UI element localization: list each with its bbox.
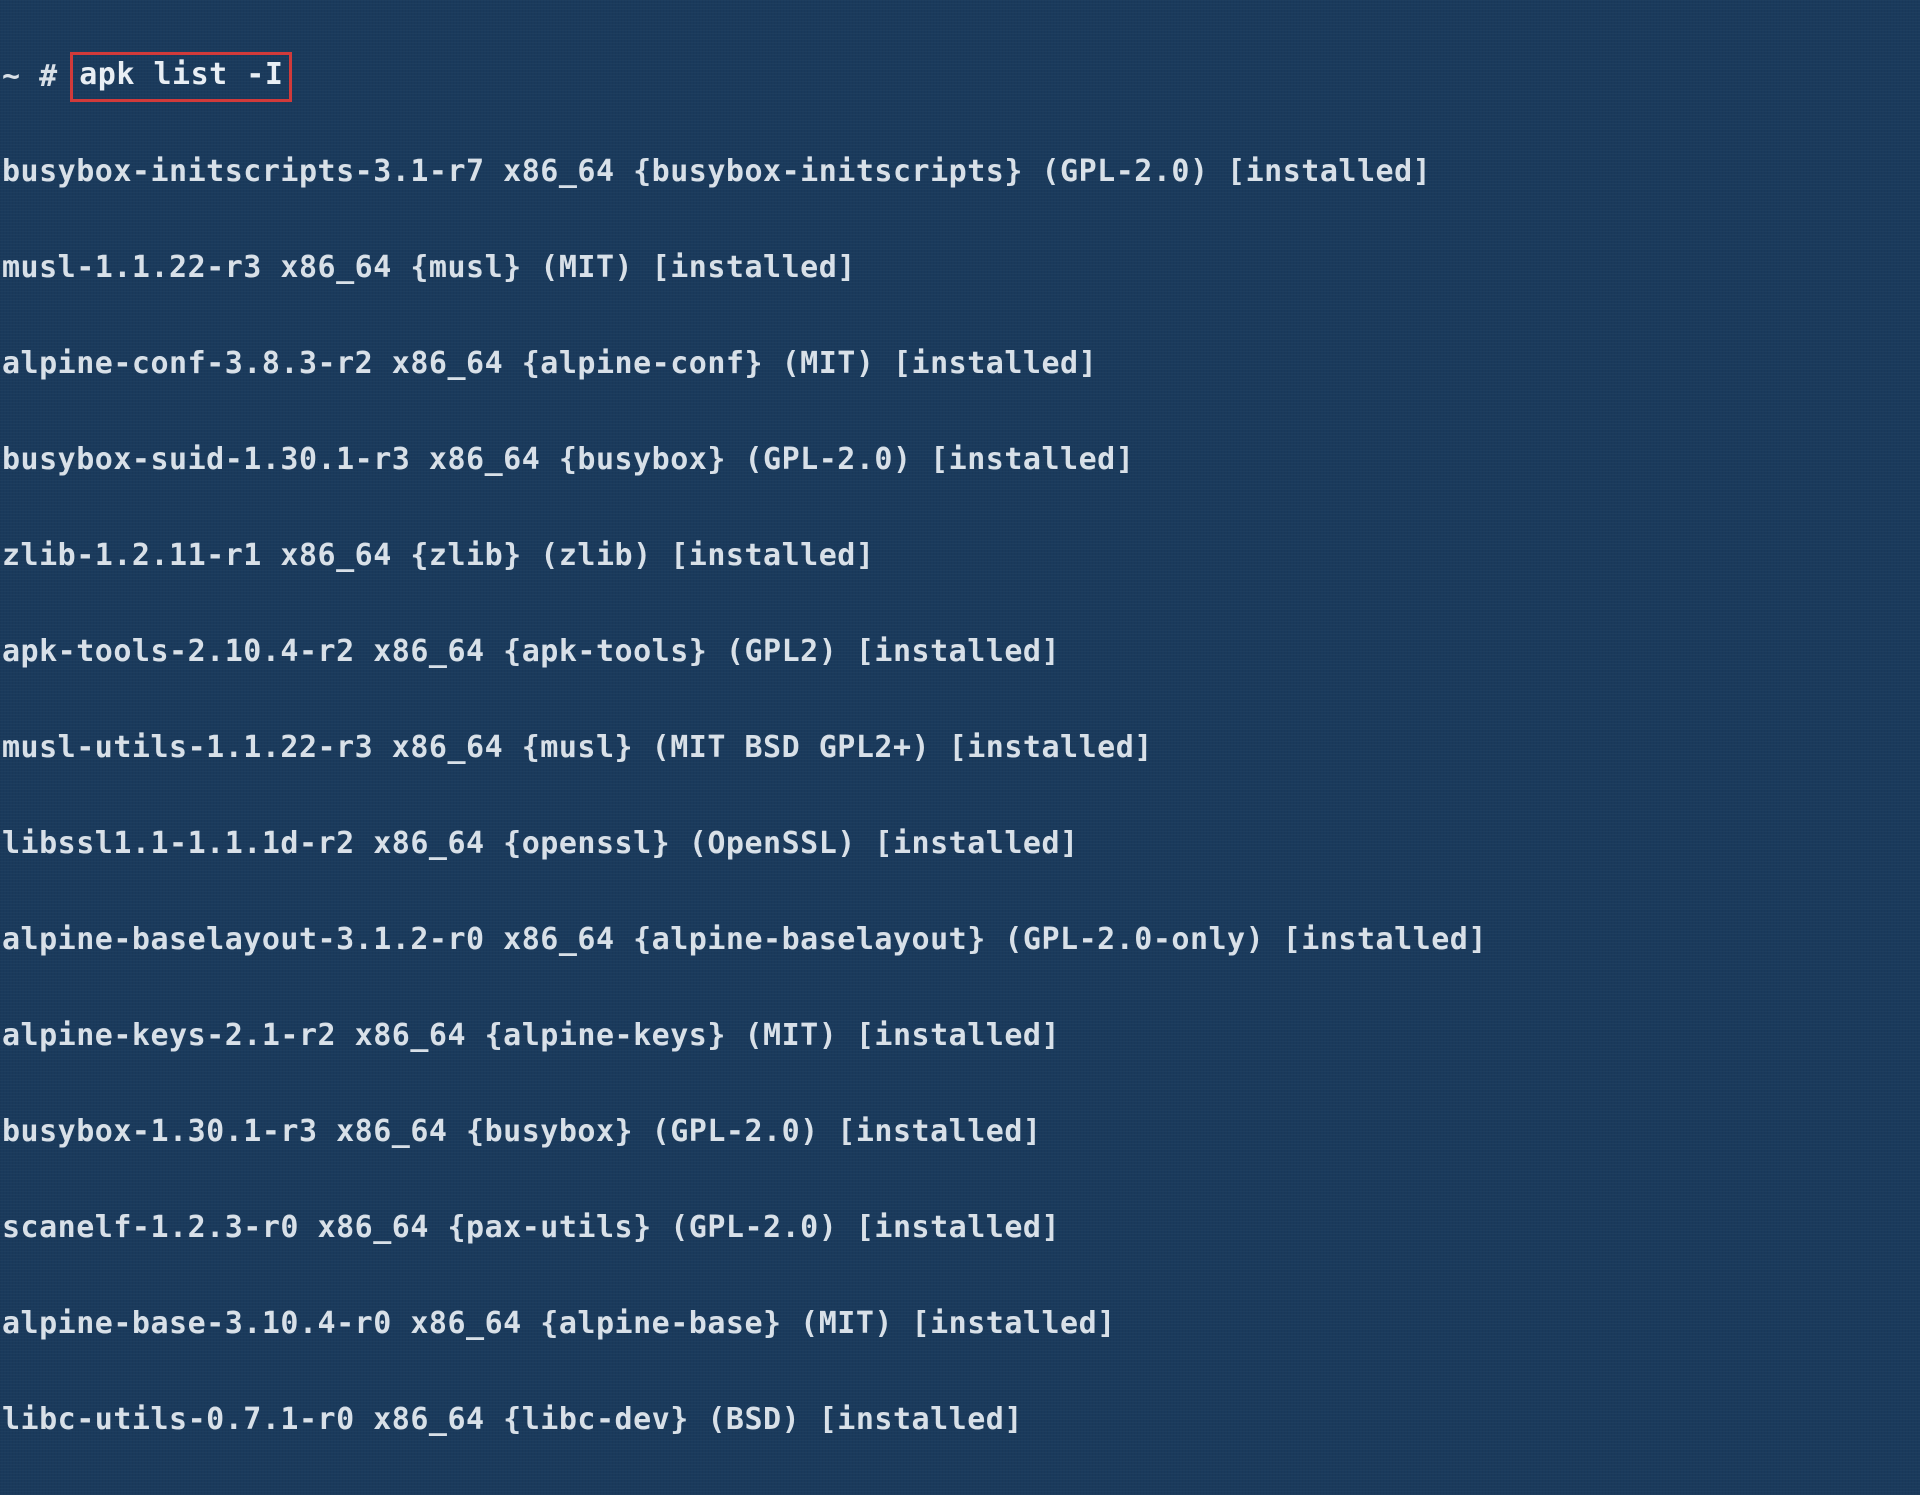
pkg-line: scanelf-1.2.3-r0 x86_64 {pax-utils} (GPL… — [2, 1204, 1920, 1252]
pkg-line: alpine-baselayout-3.1.2-r0 x86_64 {alpin… — [2, 916, 1920, 964]
pkg-line: apk-tools-2.10.4-r2 x86_64 {apk-tools} (… — [2, 628, 1920, 676]
terminal[interactable]: ~ # apk list -I busybox-initscripts-3.1-… — [0, 0, 1920, 1495]
prompt-hash: # — [39, 59, 58, 94]
pkg-line: libc-utils-0.7.1-r0 x86_64 {libc-dev} (B… — [2, 1396, 1920, 1444]
pkg-line: busybox-1.30.1-r3 x86_64 {busybox} (GPL-… — [2, 1108, 1920, 1156]
pkg-line: alpine-base-3.10.4-r0 x86_64 {alpine-bas… — [2, 1300, 1920, 1348]
pkg-line: busybox-initscripts-3.1-r7 x86_64 {busyb… — [2, 148, 1920, 196]
pkg-line: musl-1.1.22-r3 x86_64 {musl} (MIT) [inst… — [2, 244, 1920, 292]
highlight-box-cmd1: apk list -I — [70, 52, 292, 102]
pkg-line: alpine-keys-2.1-r2 x86_64 {alpine-keys} … — [2, 1012, 1920, 1060]
pkg-line: libssl1.1-1.1.1d-r2 x86_64 {openssl} (Op… — [2, 820, 1920, 868]
prompt-tilde: ~ — [2, 59, 21, 94]
cmd-apk-list: apk list -I — [79, 57, 283, 92]
pkg-line: zlib-1.2.11-r1 x86_64 {zlib} (zlib) [ins… — [2, 532, 1920, 580]
pkg-line: musl-utils-1.1.22-r3 x86_64 {musl} (MIT … — [2, 724, 1920, 772]
pkg-line: busybox-suid-1.30.1-r3 x86_64 {busybox} … — [2, 436, 1920, 484]
pkg-line: alpine-conf-3.8.3-r2 x86_64 {alpine-conf… — [2, 340, 1920, 388]
prompt-line: ~ # apk list -I — [2, 52, 1920, 100]
